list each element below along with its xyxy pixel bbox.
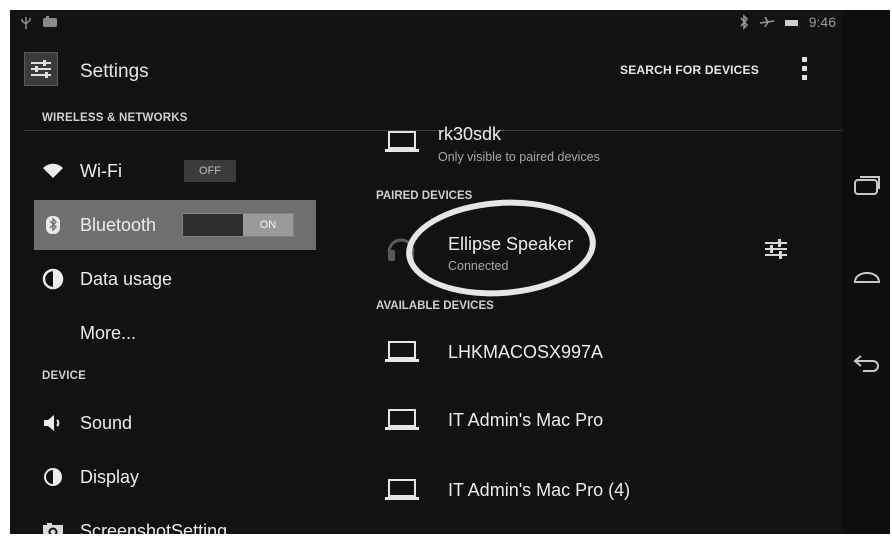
laptop-icon <box>385 409 419 430</box>
home-icon[interactable] <box>851 262 883 288</box>
sidebar-item-label: ScreenshotSetting <box>80 521 228 534</box>
bluetooth-toggle[interactable]: ON <box>182 213 294 237</box>
bluetooth-panel: rk30sdk Only visible to paired devices P… <box>360 102 842 534</box>
wifi-toggle[interactable]: OFF <box>184 160 236 182</box>
sidebar-item-screenshot-setting[interactable]: ScreenshotSetting <box>34 506 314 534</box>
highlight-circle <box>402 193 600 303</box>
display-icon <box>44 468 62 486</box>
search-for-devices-button[interactable]: SEARCH FOR DEVICES <box>620 63 759 77</box>
action-bar: Settings SEARCH FOR DEVICES <box>10 44 842 131</box>
sidebar-item-data-usage[interactable]: Data usage <box>34 254 314 304</box>
sidebar-item-label: Display <box>80 467 140 487</box>
recent-apps-icon[interactable] <box>851 173 883 199</box>
status-bar: 9:46 <box>10 10 842 36</box>
clock: 9:46 <box>808 14 836 30</box>
section-header-available: AVAILABLE DEVICES <box>376 300 494 312</box>
sidebar-item-display[interactable]: Display <box>34 452 314 502</box>
device-settings-icon[interactable] <box>762 236 790 262</box>
sidebar-item-label: More... <box>80 323 137 343</box>
camera-icon <box>43 523 63 534</box>
sidebar-item-label: Data usage <box>80 269 173 289</box>
sidebar-item-more[interactable]: More... <box>34 308 314 358</box>
overflow-menu-icon[interactable] <box>797 54 811 88</box>
sidebar-item-label: Sound <box>80 413 133 433</box>
section-header-wireless: WIRELESS & NETWORKS <box>42 112 188 124</box>
airplane-mode-icon <box>759 16 774 28</box>
available-device-name: LHKMACOSX997A <box>448 342 604 362</box>
available-device-name: IT Admin's Mac Pro (4) <box>448 480 631 500</box>
section-header-device: DEVICE <box>42 370 87 382</box>
data-usage-icon <box>42 268 64 290</box>
sidebar-item-bluetooth[interactable]: Bluetooth ON <box>34 200 316 250</box>
sidebar-item-label: Wi-Fi <box>80 161 122 181</box>
android-screen: 9:46 Settings SEARCH FOR DEVICES WIRELES… <box>10 10 842 534</box>
toggle-on-label: ON <box>243 214 293 236</box>
settings-app-icon[interactable] <box>24 52 58 86</box>
section-header-paired: PAIRED DEVICES <box>376 190 473 202</box>
device-visibility-status: Only visible to paired devices <box>438 150 600 164</box>
notification-icon <box>43 16 57 27</box>
bluetooth-icon <box>740 14 748 30</box>
laptop-icon <box>385 131 419 152</box>
system-nav-bar <box>842 10 890 534</box>
settings-list: WIRELESS & NETWORKS Wi-Fi OFF Bluetooth … <box>10 102 342 534</box>
available-device-name: IT Admin's Mac Pro <box>448 410 604 430</box>
sidebar-item-label: Bluetooth <box>80 215 157 235</box>
laptop-icon <box>385 341 419 362</box>
wifi-icon <box>43 163 63 178</box>
sidebar-item-sound[interactable]: Sound <box>34 398 314 448</box>
speaker-icon <box>44 415 60 431</box>
back-icon[interactable] <box>851 350 883 376</box>
laptop-icon <box>385 479 419 500</box>
sidebar-item-wifi[interactable]: Wi-Fi OFF <box>34 146 314 196</box>
usb-icon <box>21 17 31 29</box>
device-name[interactable]: rk30sdk <box>438 124 501 145</box>
sliders-icon <box>31 60 51 78</box>
bluetooth-icon <box>46 216 60 234</box>
battery-icon <box>784 20 798 26</box>
page-title: Settings <box>80 61 149 82</box>
